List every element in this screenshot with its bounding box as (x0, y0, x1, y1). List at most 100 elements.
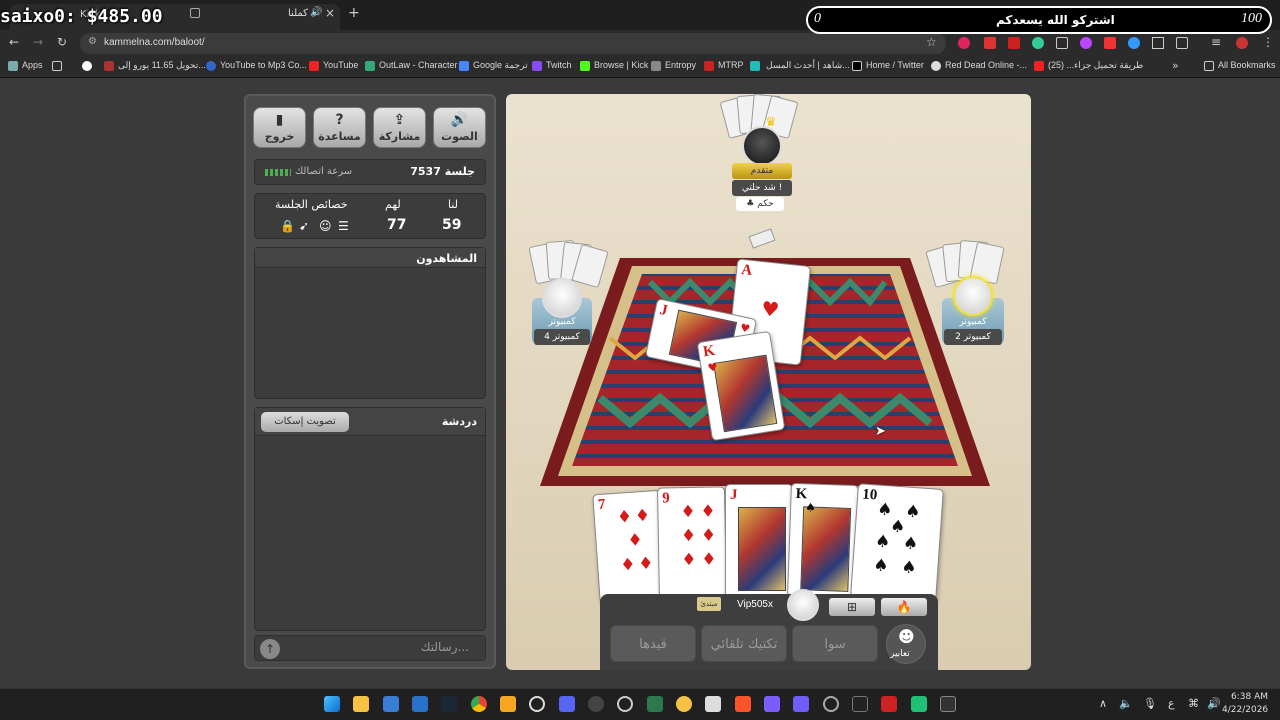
help-button[interactable]: ? مساعدة (313, 107, 366, 148)
card-rank: 10 (861, 486, 878, 504)
app-purple-icon[interactable] (793, 696, 809, 712)
extension-2-icon[interactable] (984, 37, 996, 49)
brave-icon[interactable] (735, 696, 751, 712)
extension-4-icon[interactable] (1032, 37, 1044, 49)
bookmark-kick[interactable]: Browse | Kick (594, 60, 648, 70)
bookmark-twitter[interactable]: Home / Twitter (866, 60, 924, 70)
clock-time[interactable]: 6:38 AM (1228, 692, 1268, 702)
bookmark-entropy[interactable]: Entropy (665, 60, 696, 70)
url-input[interactable]: ⚙ kammelna.com/baloot/ ☆ (80, 33, 946, 54)
bookmarks-overflow-icon[interactable]: » (1172, 59, 1179, 72)
language-indicator[interactable]: ع (1168, 697, 1175, 710)
hand-card-king-spades[interactable]: K ♠ (787, 482, 859, 600)
volume-icon[interactable]: 🔊 (1207, 697, 1221, 710)
extension-3-icon[interactable] (1008, 37, 1020, 49)
mic-icon[interactable]: 🎙 (1143, 697, 1157, 710)
message-input-row: ↑ رسالتك... (254, 635, 486, 661)
connection-label: سرعة اتصالك (295, 166, 353, 177)
app-green-icon[interactable] (911, 696, 927, 712)
clock-date[interactable]: 4/22/2026 (1222, 705, 1268, 715)
extension-6-icon[interactable] (1080, 37, 1092, 49)
hand-card-jack-spades[interactable]: J (725, 484, 793, 598)
fire-button[interactable]: 🔥 (881, 598, 927, 616)
more-menu-icon[interactable]: ⋮ (1262, 35, 1274, 49)
message-input[interactable]: رسالتك... (421, 640, 469, 654)
extension-8-icon[interactable] (1128, 37, 1140, 49)
chat-title: دردشة (441, 415, 477, 428)
app-yellow-icon[interactable] (676, 696, 692, 712)
reload-icon[interactable]: ↻ (57, 35, 67, 49)
profile-icon[interactable] (1236, 37, 1248, 49)
app-gauge-icon[interactable] (617, 696, 633, 712)
app-mask-icon[interactable] (852, 696, 868, 712)
subscribe-banner: 0 اشتركو الله يسعدكم 100 (806, 6, 1272, 34)
smiley-icon: ☺ (319, 219, 332, 233)
exit-button[interactable]: ▮ خروج (253, 107, 306, 148)
bookmark-shahid[interactable]: شاهد | أحدث المسل... (766, 60, 850, 71)
mute-vote-button[interactable]: تصويت إسكات (261, 412, 349, 432)
bookmark-yt-mp3[interactable]: YouTube to Mp3 Co... (220, 60, 307, 70)
arrow-icon: ➹ (299, 219, 310, 233)
hand-card-9-diamonds[interactable]: 9 ♦ ♦ ♦ ♦ ♦ ♦ (657, 486, 727, 600)
extension-9-icon[interactable] (1152, 37, 1164, 49)
network-icon[interactable]: ⌘ (1188, 697, 1199, 710)
app-diamond-icon[interactable] (764, 696, 780, 712)
bookmark-1-icon (104, 61, 114, 71)
bookmark-red-dead[interactable]: Red Dead Online -... (945, 60, 1027, 70)
steam-icon[interactable] (441, 696, 457, 712)
adblock-icon[interactable] (1104, 37, 1116, 49)
forward-icon[interactable]: → (33, 35, 43, 49)
file-explorer-icon[interactable] (353, 696, 369, 712)
bookmark-translate[interactable]: Google ترجمة (473, 60, 528, 71)
extensions-puzzle-icon[interactable] (1176, 37, 1188, 49)
share-icon: ⇪ (393, 112, 406, 128)
outlook-icon[interactable] (412, 696, 428, 712)
tab-close-icon[interactable]: × (325, 6, 335, 20)
app-calendar-icon[interactable] (705, 696, 721, 712)
tab-audio-icon[interactable]: 🔊 (310, 7, 322, 18)
discord-icon[interactable] (559, 696, 575, 712)
site-info-icon[interactable]: ⚙ (88, 36, 97, 47)
tray-chevron-icon[interactable]: ∧ (1099, 697, 1107, 710)
bookmark-currency[interactable]: تحويل 11.65 يورو إلى... (118, 60, 206, 71)
help-icon: ? (335, 112, 344, 128)
bookmark-youtube[interactable]: YouTube (323, 60, 358, 70)
terminal-icon[interactable] (940, 696, 956, 712)
bookmark-twitch[interactable]: Twitch (546, 60, 572, 70)
bookmark-mtrp[interactable]: MTRP (718, 60, 744, 70)
new-tab-icon[interactable]: + (348, 5, 360, 21)
app-lightning-icon[interactable] (500, 696, 516, 712)
sawa-button[interactable]: سوا (792, 625, 878, 662)
app-speed-icon[interactable] (823, 696, 839, 712)
app-circle-icon[interactable] (529, 696, 545, 712)
chrome-icon[interactable] (471, 696, 487, 712)
gift-button[interactable]: ⊞ (829, 598, 875, 616)
emotes-button[interactable]: ☻ تعابير (886, 624, 926, 664)
auto-tactic-button[interactable]: تكتيك تلقائي (701, 625, 787, 662)
hand-card-10-spades[interactable]: 10 ♠ ♠ ♠ ♠ ♠ ♠ ♠ (850, 483, 944, 603)
diamond-suit-icon: ♦ (700, 525, 717, 546)
bookmark-apps[interactable]: Apps (22, 60, 43, 70)
share-button[interactable]: ⇪ مشاركة (373, 107, 426, 148)
sound-icon: 🔊 (450, 112, 469, 128)
app-red-icon[interactable] (881, 696, 897, 712)
sound-button[interactable]: 🔊 الصوت (433, 107, 486, 148)
app-badge-icon[interactable] (588, 696, 604, 712)
bookmark-star-icon[interactable]: ☆ (926, 35, 937, 49)
tab-grid-icon[interactable] (52, 61, 62, 71)
excel-icon[interactable] (647, 696, 663, 712)
outlaw-icon (365, 61, 375, 71)
record-button[interactable]: قيدها (610, 625, 696, 662)
extension-5-icon[interactable] (1056, 37, 1068, 49)
menu-lines-icon[interactable]: ≡ (1211, 35, 1221, 49)
extension-1-icon[interactable] (958, 37, 970, 49)
bookmark-tutorial[interactable]: طريقة تحميل جزاء... (25) (1048, 60, 1143, 71)
back-icon[interactable]: ← (9, 35, 19, 49)
jack-figure-icon (738, 507, 786, 591)
send-arrow-icon[interactable]: ↑ (260, 639, 280, 659)
windows-start-icon[interactable] (324, 696, 340, 712)
store-icon[interactable] (383, 696, 399, 712)
bookmark-all[interactable]: All Bookmarks (1218, 60, 1276, 70)
speaker-icon[interactable]: 🔈 (1119, 697, 1133, 710)
bookmark-outlaw[interactable]: OutLaw - Character (379, 60, 458, 70)
